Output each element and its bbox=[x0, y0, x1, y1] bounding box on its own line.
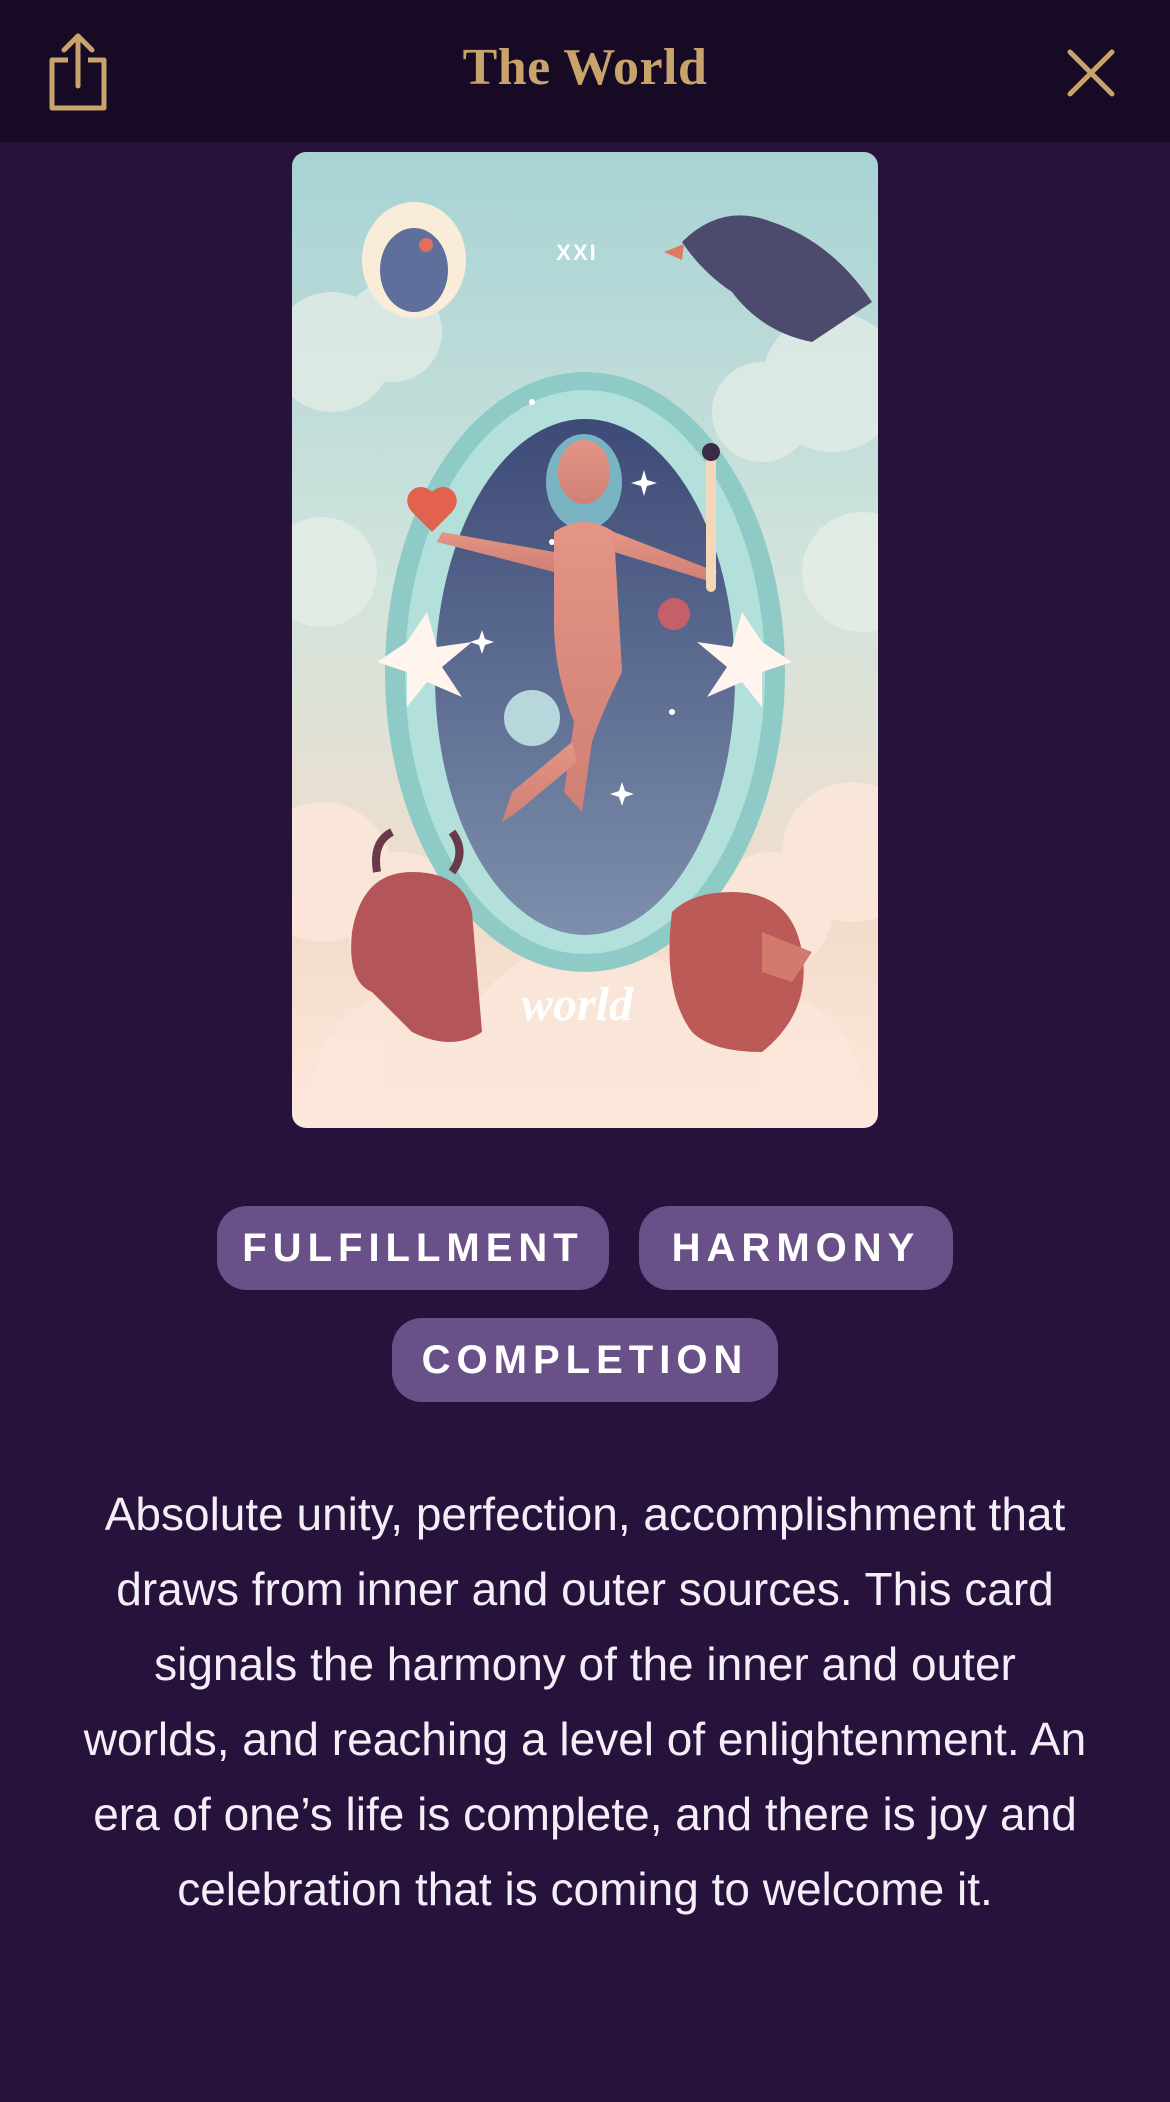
card-name: world bbox=[521, 978, 634, 1031]
tarot-card-image: XXI world bbox=[292, 152, 878, 1128]
header-bar: The World bbox=[0, 0, 1170, 142]
tag-completion[interactable]: COMPLETION bbox=[392, 1318, 778, 1402]
page-title: The World bbox=[462, 39, 708, 96]
card-numeral: XXI bbox=[556, 240, 597, 265]
tag-fulfillment[interactable]: FULFILLMENT bbox=[217, 1206, 609, 1290]
close-icon[interactable] bbox=[1060, 42, 1122, 104]
card-description: Absolute unity, perfection, accomplishme… bbox=[83, 1488, 1087, 1915]
tag-harmony[interactable]: HARMONY bbox=[639, 1206, 953, 1290]
